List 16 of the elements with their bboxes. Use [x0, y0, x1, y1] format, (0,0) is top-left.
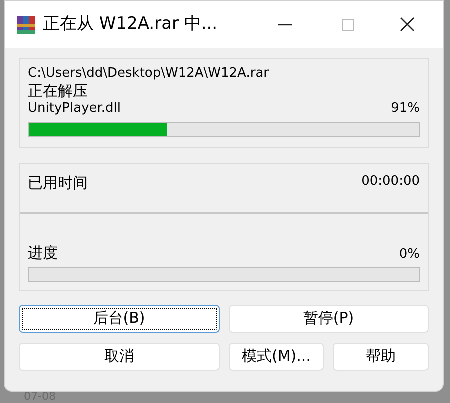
dialog-button[interactable]: 模式(M)...	[229, 342, 324, 370]
progress-percent: 0%	[399, 246, 420, 264]
archive-icon	[17, 16, 35, 34]
archive-path: C:\Users\dd\Desktop\W12A\W12A.rar	[28, 65, 270, 82]
action-label: 正在解压	[28, 82, 89, 100]
file-percent: 91%	[391, 100, 420, 118]
dialog-button[interactable]: 取消	[19, 342, 220, 370]
progress-label: 进度	[28, 243, 58, 264]
elapsed-value: 00:00:00	[362, 173, 420, 191]
dialog-button[interactable]: 后台(B)	[19, 304, 220, 332]
close-icon[interactable]	[400, 17, 415, 32]
file-name: UnityPlayer.dll	[28, 100, 122, 118]
elapsed-label: 已用时间	[28, 173, 88, 194]
dialog-button[interactable]: 帮助	[333, 342, 429, 370]
dialog-button[interactable]: 暂停(P)	[228, 304, 429, 332]
window-title: 正在从 W12A.rar 中...	[43, 12, 218, 36]
